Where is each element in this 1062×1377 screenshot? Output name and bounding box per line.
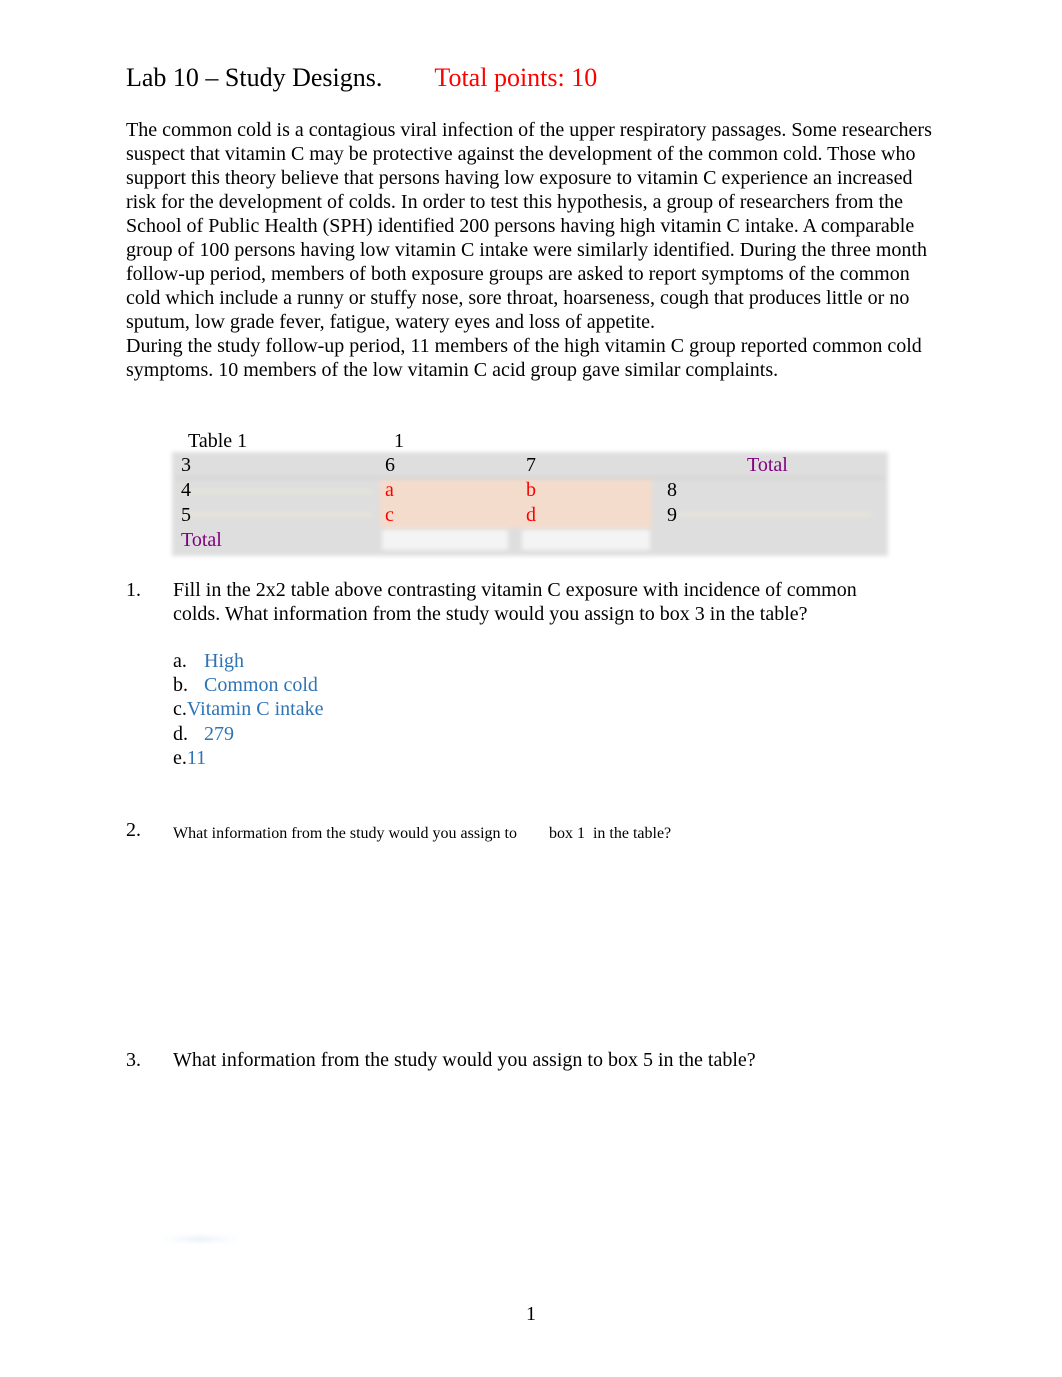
table-cell-box-3: 3 [181, 454, 191, 476]
question-2-text: What information from the study would yo… [173, 822, 671, 846]
option-e[interactable]: e.11 [173, 746, 323, 770]
option-a[interactable]: a. High [173, 649, 323, 673]
table-box-1: 1 [394, 430, 404, 452]
intro-paragraph-2: During the study follow-up period, 11 me… [126, 335, 922, 381]
question-3-number: 3. [126, 1049, 141, 1071]
option-c[interactable]: c.Vitamin C intake [173, 697, 323, 721]
intro-paragraph-1: The common cold is a contagious viral in… [126, 119, 932, 333]
option-d-text: 279 [204, 722, 234, 745]
table-cell-c: c [385, 504, 394, 526]
table-cell-box-9: 9 [667, 504, 677, 526]
option-a-label: a. [173, 650, 187, 672]
question-2-text-part-3: in the table? [592, 825, 672, 842]
scan-artifact [160, 1236, 240, 1242]
table-cell-a: a [385, 479, 394, 501]
table-cell-total-col: Total [747, 454, 788, 476]
table-cell-d: d [526, 504, 536, 526]
question-2-text-part-1: What information from the study would yo… [173, 825, 517, 842]
option-a-text: High [204, 650, 244, 672]
table-caption-label: Table 1 [188, 430, 248, 452]
table-row-tint [672, 513, 872, 516]
table-cell-box-4: 4 [181, 479, 191, 501]
option-b[interactable]: b. Common cold [173, 673, 323, 697]
option-b-text: Common cold [204, 674, 318, 697]
question-1-options: a. High b. Common cold c.Vitamin C intake … [173, 649, 323, 770]
document-page: Lab 10 – Study Designs. Total points: 10 … [0, 0, 1062, 1377]
table-total-cell-a [382, 530, 508, 550]
question-2-number: 2. [126, 819, 141, 841]
option-e-label: e. [173, 746, 187, 769]
table-total-cell-b [522, 530, 650, 550]
question-1-text: Fill in the 2x2 table above contrasting … [173, 579, 857, 625]
table-row-tint [182, 490, 372, 493]
table-caption: Table 1 1 [188, 429, 404, 453]
page-title: Lab 10 – Study Designs. Total points: 10 [126, 62, 597, 94]
table-cell-box-8: 8 [667, 479, 677, 501]
table-cell-box-6: 6 [385, 454, 395, 476]
option-c-label: c. [173, 698, 187, 721]
question-3-text: What information from the study would yo… [173, 1049, 756, 1071]
question-2-box-ref: box 1 [548, 825, 585, 842]
table-cell-b: b [526, 479, 536, 501]
option-d-label: d. [173, 722, 188, 745]
option-c-text: Vitamin C intake [186, 698, 324, 721]
table-cells-abcd [380, 478, 652, 528]
total-points: Total points: 10 [434, 63, 598, 92]
option-e-text: 11 [186, 746, 207, 769]
table-cell-box-5: 5 [181, 504, 191, 526]
lab-title: Lab 10 – Study Designs. [126, 63, 383, 92]
table-cell-total-row: Total [181, 529, 222, 551]
intro-text: The common cold is a contagious viral in… [126, 118, 938, 382]
table-row-tint [182, 513, 372, 516]
page-number: 1 [526, 1303, 536, 1325]
table-cell-box-7: 7 [526, 454, 536, 476]
option-b-label: b. [173, 674, 188, 697]
option-d[interactable]: d. 279 [173, 722, 323, 746]
question-1-number: 1. [126, 579, 141, 601]
